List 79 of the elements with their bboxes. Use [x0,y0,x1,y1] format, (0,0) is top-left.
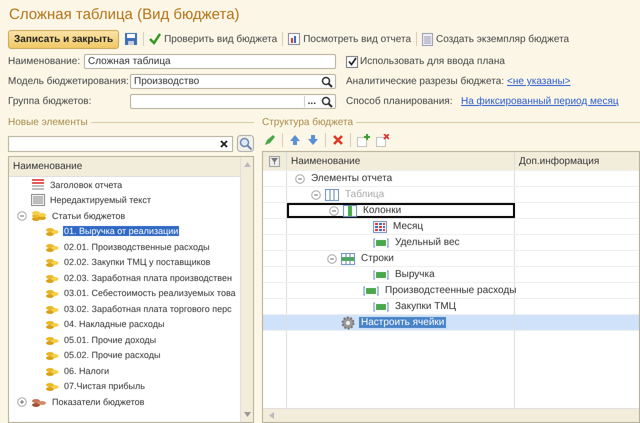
column-header: Наименование [287,152,515,170]
down-arrow-icon[interactable] [307,134,319,146]
text-block-icon [31,194,45,206]
toolbar-button[interactable]: Создать экземпляр бюджета [422,32,570,46]
field-label: Наименование: [8,56,82,67]
coins-icon [45,318,59,330]
more-button[interactable]: ... [304,96,319,107]
toolbar-button[interactable]: Посмотреть вид отчета [288,33,412,45]
collapse-icon[interactable] [17,210,27,221]
bar-icon [363,286,379,296]
tree-item[interactable]: Заголовок отчета [49,180,124,190]
tree-item[interactable]: 03.02. Заработная плата торгового перс [63,304,233,314]
coins-icon [45,256,59,268]
scrollbar[interactable] [263,408,639,422]
table-columns-icon [325,188,339,200]
checkbox[interactable] [346,56,358,68]
expand-icon[interactable] [17,396,27,407]
tree-item[interactable]: 02.02. Закупки ТМЦ у поставщиков [63,257,212,268]
coins-icon [45,287,59,300]
checkmark-icon [348,57,356,66]
tree-item[interactable]: Статьи бюджетов [51,210,126,221]
scrollbar[interactable] [240,157,253,422]
link[interactable]: <не указаны> [507,76,570,87]
bar-icon [373,270,389,280]
bar-icon [373,238,389,248]
section-title: Новые элементы [8,117,88,128]
floppy-icon[interactable] [124,32,138,46]
search-button-icon[interactable] [237,135,254,152]
tree-item[interactable]: 03.01. Себестоимость реализуемых това [63,288,237,298]
tree-item[interactable]: 05.02. Прочие расходы [63,350,162,360]
tree-item[interactable]: 02.01. Производственные расходы [63,242,211,252]
field-label: Группа бюджетов: [8,96,92,107]
column-header: Доп.информация [518,154,600,168]
coins-icon [45,380,59,392]
save-and-close-button[interactable]: Записать и закрыть [8,30,120,48]
tree-item[interactable]: 06. Налоги [63,366,110,376]
coins-icon [45,349,59,362]
field-label: Способ планирования: [346,96,454,107]
pencil-icon[interactable] [264,134,276,146]
checkmark-icon [149,33,162,45]
scroll-down-icon[interactable] [244,412,250,417]
field-label: Модель бюджетирования: [8,76,130,87]
tree-item[interactable]: 04. Накладные расходы [63,319,166,330]
clear-icon[interactable] [219,138,229,148]
window-title: Сложная таблица (Вид бюджета) [8,5,241,25]
tree-item[interactable]: Нередактируемый текст [49,195,152,206]
grid-icon [373,220,387,232]
up-arrow-icon[interactable] [289,134,301,146]
input-field[interactable]: Производство [130,74,336,89]
document-icon [422,32,434,46]
delete-icon[interactable] [332,134,344,146]
filter-icon[interactable] [269,156,280,166]
tree-item[interactable]: 07.Чистая прибыль [63,381,146,392]
table-rows-icon [341,252,355,264]
coins-icon [45,225,59,238]
checkbox-label: Использовать для ввода плана [360,56,505,67]
tree-item[interactable]: Элементы отчета [309,173,394,184]
remove-row-icon[interactable] [376,134,389,146]
bar-icon [373,302,389,312]
add-row-icon[interactable] [357,134,370,146]
input-field[interactable]: ... [130,94,336,109]
column-header: Наименование [9,157,240,177]
collapse-icon[interactable] [295,174,305,184]
tree-item[interactable]: 01. Выручка от реализации [63,226,180,236]
tree-item[interactable]: Показатели бюджетов [51,396,146,407]
toolbar-button[interactable]: Проверить вид бюджета [149,33,278,45]
table-columns-icon [343,204,357,216]
tree-item[interactable]: 02.03. Заработная плата производствен [63,272,233,283]
search-icon[interactable] [321,76,333,88]
coins-icon [31,210,47,222]
chart-icon [288,33,300,45]
search-field[interactable] [8,136,233,152]
field-label: Аналитические разрезы бюджета: [346,76,504,87]
tree-item[interactable]: 05.01. Прочие доходы [63,334,158,345]
link[interactable]: На фиксированный период месяц [461,96,619,107]
section-title: Структура бюджета [262,117,354,128]
search-icon[interactable] [321,96,333,108]
input-field[interactable]: Сложная таблица [84,54,336,69]
report-header-icon [31,178,45,191]
